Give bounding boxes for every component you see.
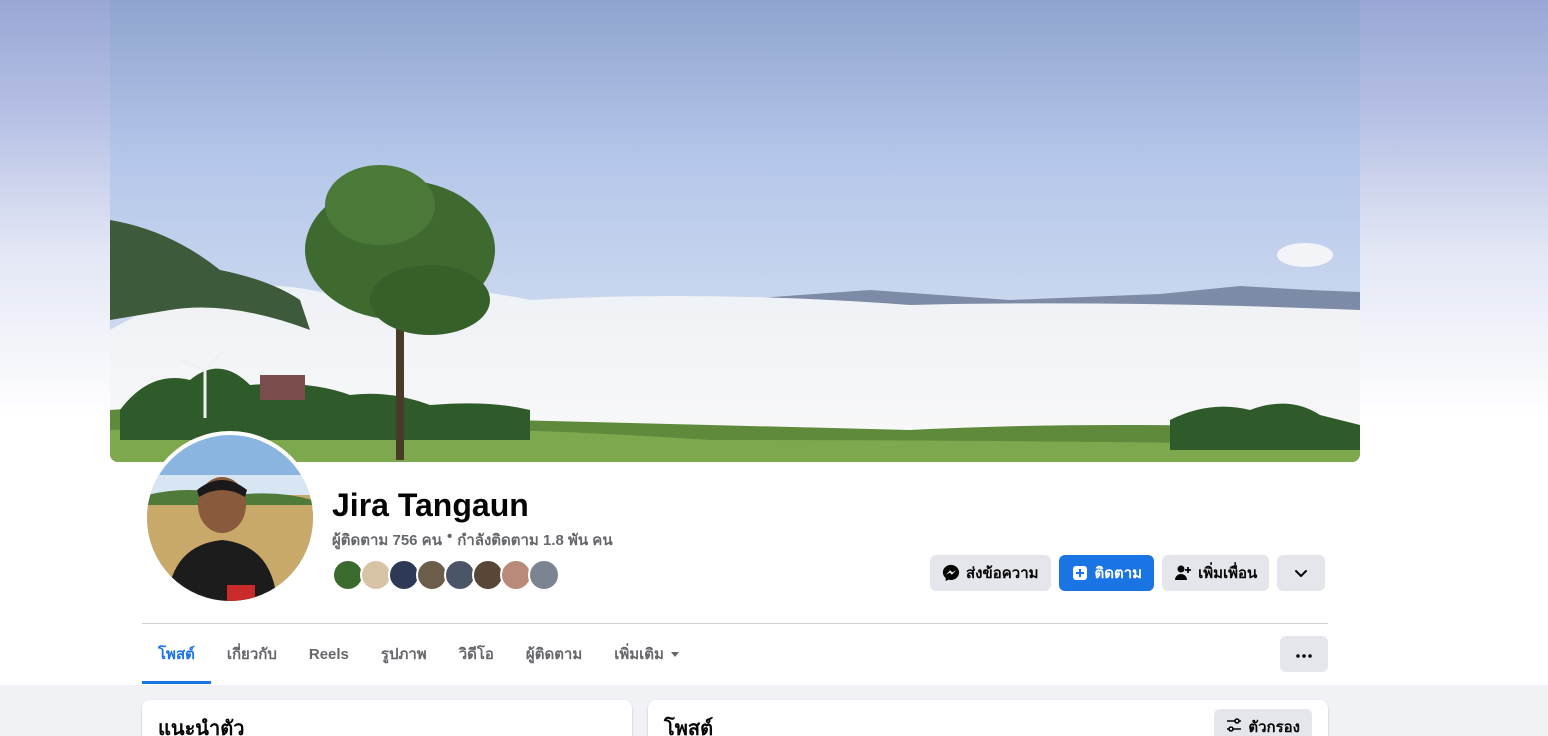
mutual-friends-avatars — [332, 559, 560, 591]
friend-avatar[interactable] — [528, 559, 560, 591]
tab-label: ผู้ติดตาม — [525, 646, 583, 663]
posts-card: โพสต์ ตัวกรอง — [648, 700, 1328, 736]
intro-card: แนะนำตัว — [142, 700, 632, 736]
tab-more[interactable]: เพิ่มเติม — [598, 624, 696, 684]
stats-separator: • — [446, 528, 453, 545]
intro-title: แนะนำตัว — [158, 718, 245, 736]
ellipsis-icon — [1296, 645, 1312, 663]
tab-label: เพิ่มเติม — [614, 646, 664, 663]
tab-photos[interactable]: รูปภาพ — [365, 624, 443, 684]
more-options-button[interactable] — [1280, 636, 1328, 672]
message-label: ส่งข้อความ — [966, 565, 1039, 582]
tab-label: โพสต์ — [158, 646, 195, 663]
tab-label: วิดีโอ — [458, 646, 494, 663]
profile-tabs: โพสต์ เกี่ยวกับ Reels รูปภาพ วิดีโอ ผู้ต… — [142, 624, 696, 684]
message-button[interactable]: ส่งข้อความ — [930, 555, 1051, 591]
caret-down-icon — [670, 646, 680, 663]
profile-avatar[interactable] — [143, 431, 317, 605]
profile-actions: ส่งข้อความ ติดตาม เพิ่มเพื่อน — [930, 555, 1326, 591]
follow-button[interactable]: ติดตาม — [1058, 555, 1155, 591]
add-friend-button[interactable]: เพิ่มเพื่อน — [1162, 555, 1270, 591]
tab-label: เกี่ยวกับ — [226, 646, 277, 663]
add-friend-icon — [1174, 564, 1192, 582]
follow-label: ติดตาม — [1094, 565, 1143, 582]
tab-videos[interactable]: วิดีโอ — [443, 624, 510, 684]
tab-label: Reels — [308, 645, 349, 663]
add-friend-label: เพิ่มเพื่อน — [1198, 565, 1258, 582]
avatar-photo — [147, 435, 313, 601]
tab-about[interactable]: เกี่ยวกับ — [211, 624, 293, 684]
tab-posts[interactable]: โพสต์ — [142, 624, 211, 684]
filter-icon — [1226, 718, 1242, 736]
profile-name: Jira Tangaun — [332, 487, 529, 523]
tab-label: รูปภาพ — [380, 646, 427, 663]
profile-stats: ผู้ติดตาม 756 คน • กำลังติดตาม 1.8 พัน ค… — [332, 528, 613, 552]
followers-link[interactable]: ผู้ติดตาม 756 คน — [332, 528, 442, 552]
following-link[interactable]: กำลังติดตาม 1.8 พัน คน — [457, 528, 612, 552]
cover-photo[interactable] — [110, 0, 1360, 462]
filter-button[interactable]: ตัวกรอง — [1214, 709, 1312, 736]
posts-title: โพสต์ — [664, 718, 714, 736]
tab-reels[interactable]: Reels — [293, 624, 365, 684]
expand-actions-button[interactable] — [1277, 555, 1326, 591]
chevron-down-icon — [1294, 566, 1308, 580]
filter-label: ตัวกรอง — [1248, 719, 1300, 736]
follow-icon — [1071, 564, 1089, 582]
messenger-icon — [942, 564, 960, 582]
tab-followers[interactable]: ผู้ติดตาม — [510, 624, 598, 684]
